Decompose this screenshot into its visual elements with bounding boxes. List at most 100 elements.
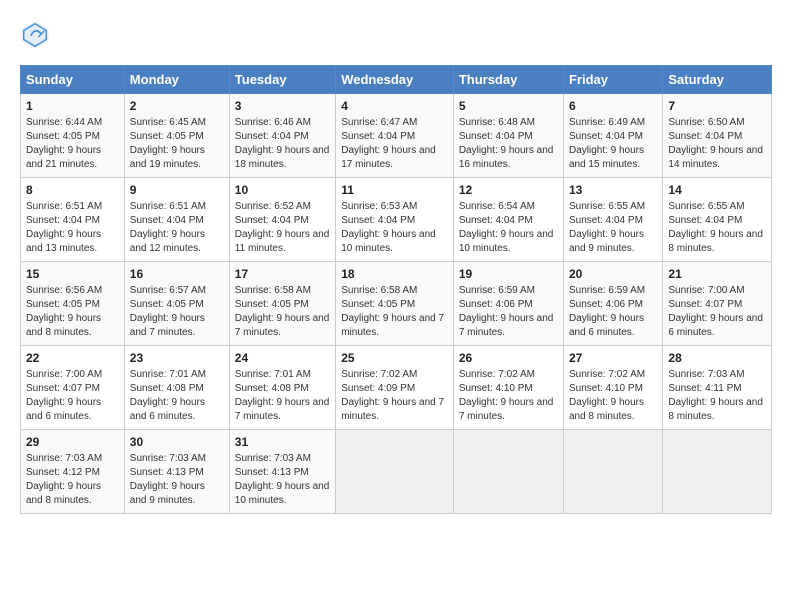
day-info: Sunrise: 6:45 AM Sunset: 4:05 PM Dayligh… — [130, 116, 224, 172]
calendar-day-cell: 15 Sunrise: 6:56 AM Sunset: 4:05 PM Dayl… — [21, 262, 125, 346]
calendar-day-cell: 23 Sunrise: 7:01 AM Sunset: 4:08 PM Dayl… — [124, 346, 229, 430]
day-number: 8 — [26, 183, 119, 197]
calendar-day-cell: 2 Sunrise: 6:45 AM Sunset: 4:05 PM Dayli… — [124, 94, 229, 178]
weekday-header: Sunday — [21, 66, 125, 94]
calendar-day-cell: 14 Sunrise: 6:55 AM Sunset: 4:04 PM Dayl… — [663, 178, 772, 262]
day-info: Sunrise: 6:48 AM Sunset: 4:04 PM Dayligh… — [459, 116, 558, 172]
day-info: Sunrise: 7:01 AM Sunset: 4:08 PM Dayligh… — [130, 368, 224, 424]
day-info: Sunrise: 6:56 AM Sunset: 4:05 PM Dayligh… — [26, 284, 119, 340]
day-info: Sunrise: 6:55 AM Sunset: 4:04 PM Dayligh… — [569, 200, 657, 256]
weekday-header: Thursday — [453, 66, 563, 94]
calendar-day-cell: 31 Sunrise: 7:03 AM Sunset: 4:13 PM Dayl… — [229, 430, 335, 514]
calendar-day-cell: 16 Sunrise: 6:57 AM Sunset: 4:05 PM Dayl… — [124, 262, 229, 346]
day-info: Sunrise: 6:53 AM Sunset: 4:04 PM Dayligh… — [341, 200, 448, 256]
weekday-header: Saturday — [663, 66, 772, 94]
calendar-day-cell: 19 Sunrise: 6:59 AM Sunset: 4:06 PM Dayl… — [453, 262, 563, 346]
day-number: 20 — [569, 267, 657, 281]
day-info: Sunrise: 7:01 AM Sunset: 4:08 PM Dayligh… — [235, 368, 330, 424]
page-header — [20, 20, 772, 50]
day-number: 30 — [130, 435, 224, 449]
logo-icon — [20, 20, 50, 50]
calendar-table: SundayMondayTuesdayWednesdayThursdayFrid… — [20, 65, 772, 514]
calendar-day-cell: 7 Sunrise: 6:50 AM Sunset: 4:04 PM Dayli… — [663, 94, 772, 178]
calendar-day-cell: 3 Sunrise: 6:46 AM Sunset: 4:04 PM Dayli… — [229, 94, 335, 178]
day-number: 26 — [459, 351, 558, 365]
day-info: Sunrise: 7:02 AM Sunset: 4:10 PM Dayligh… — [569, 368, 657, 424]
calendar-day-cell: 24 Sunrise: 7:01 AM Sunset: 4:08 PM Dayl… — [229, 346, 335, 430]
day-number: 23 — [130, 351, 224, 365]
logo — [20, 20, 55, 50]
calendar-day-cell: 6 Sunrise: 6:49 AM Sunset: 4:04 PM Dayli… — [563, 94, 662, 178]
day-info: Sunrise: 7:03 AM Sunset: 4:12 PM Dayligh… — [26, 452, 119, 508]
calendar-day-cell: 1 Sunrise: 6:44 AM Sunset: 4:05 PM Dayli… — [21, 94, 125, 178]
day-number: 17 — [235, 267, 330, 281]
day-info: Sunrise: 6:44 AM Sunset: 4:05 PM Dayligh… — [26, 116, 119, 172]
day-number: 7 — [668, 99, 766, 113]
day-number: 25 — [341, 351, 448, 365]
day-number: 1 — [26, 99, 119, 113]
calendar-week-row: 15 Sunrise: 6:56 AM Sunset: 4:05 PM Dayl… — [21, 262, 772, 346]
day-info: Sunrise: 6:59 AM Sunset: 4:06 PM Dayligh… — [569, 284, 657, 340]
day-number: 9 — [130, 183, 224, 197]
calendar-day-cell: 28 Sunrise: 7:03 AM Sunset: 4:11 PM Dayl… — [663, 346, 772, 430]
calendar-day-cell: 20 Sunrise: 6:59 AM Sunset: 4:06 PM Dayl… — [563, 262, 662, 346]
day-info: Sunrise: 7:03 AM Sunset: 4:13 PM Dayligh… — [235, 452, 330, 508]
day-info: Sunrise: 6:59 AM Sunset: 4:06 PM Dayligh… — [459, 284, 558, 340]
calendar-day-cell: 27 Sunrise: 7:02 AM Sunset: 4:10 PM Dayl… — [563, 346, 662, 430]
calendar-day-cell: 9 Sunrise: 6:51 AM Sunset: 4:04 PM Dayli… — [124, 178, 229, 262]
day-info: Sunrise: 7:03 AM Sunset: 4:11 PM Dayligh… — [668, 368, 766, 424]
calendar-day-cell: 17 Sunrise: 6:58 AM Sunset: 4:05 PM Dayl… — [229, 262, 335, 346]
day-number: 13 — [569, 183, 657, 197]
day-number: 16 — [130, 267, 224, 281]
calendar-week-row: 22 Sunrise: 7:00 AM Sunset: 4:07 PM Dayl… — [21, 346, 772, 430]
day-info: Sunrise: 6:51 AM Sunset: 4:04 PM Dayligh… — [130, 200, 224, 256]
day-number: 27 — [569, 351, 657, 365]
day-number: 24 — [235, 351, 330, 365]
calendar-day-cell: 11 Sunrise: 6:53 AM Sunset: 4:04 PM Dayl… — [336, 178, 454, 262]
day-info: Sunrise: 6:55 AM Sunset: 4:04 PM Dayligh… — [668, 200, 766, 256]
calendar-day-cell — [663, 430, 772, 514]
day-number: 29 — [26, 435, 119, 449]
day-info: Sunrise: 7:02 AM Sunset: 4:10 PM Dayligh… — [459, 368, 558, 424]
calendar-day-cell: 26 Sunrise: 7:02 AM Sunset: 4:10 PM Dayl… — [453, 346, 563, 430]
day-number: 28 — [668, 351, 766, 365]
calendar-day-cell: 13 Sunrise: 6:55 AM Sunset: 4:04 PM Dayl… — [563, 178, 662, 262]
day-info: Sunrise: 6:57 AM Sunset: 4:05 PM Dayligh… — [130, 284, 224, 340]
day-number: 19 — [459, 267, 558, 281]
calendar-day-cell: 12 Sunrise: 6:54 AM Sunset: 4:04 PM Dayl… — [453, 178, 563, 262]
weekday-header: Monday — [124, 66, 229, 94]
day-number: 18 — [341, 267, 448, 281]
day-number: 3 — [235, 99, 330, 113]
weekday-header-row: SundayMondayTuesdayWednesdayThursdayFrid… — [21, 66, 772, 94]
calendar-day-cell — [336, 430, 454, 514]
calendar-week-row: 8 Sunrise: 6:51 AM Sunset: 4:04 PM Dayli… — [21, 178, 772, 262]
weekday-header: Friday — [563, 66, 662, 94]
calendar-day-cell: 29 Sunrise: 7:03 AM Sunset: 4:12 PM Dayl… — [21, 430, 125, 514]
calendar-day-cell: 4 Sunrise: 6:47 AM Sunset: 4:04 PM Dayli… — [336, 94, 454, 178]
day-number: 31 — [235, 435, 330, 449]
day-info: Sunrise: 7:00 AM Sunset: 4:07 PM Dayligh… — [668, 284, 766, 340]
calendar-day-cell: 21 Sunrise: 7:00 AM Sunset: 4:07 PM Dayl… — [663, 262, 772, 346]
day-number: 14 — [668, 183, 766, 197]
day-info: Sunrise: 6:50 AM Sunset: 4:04 PM Dayligh… — [668, 116, 766, 172]
day-number: 5 — [459, 99, 558, 113]
calendar-day-cell: 10 Sunrise: 6:52 AM Sunset: 4:04 PM Dayl… — [229, 178, 335, 262]
day-number: 11 — [341, 183, 448, 197]
day-info: Sunrise: 6:51 AM Sunset: 4:04 PM Dayligh… — [26, 200, 119, 256]
day-info: Sunrise: 7:03 AM Sunset: 4:13 PM Dayligh… — [130, 452, 224, 508]
calendar-week-row: 1 Sunrise: 6:44 AM Sunset: 4:05 PM Dayli… — [21, 94, 772, 178]
calendar-day-cell: 22 Sunrise: 7:00 AM Sunset: 4:07 PM Dayl… — [21, 346, 125, 430]
weekday-header: Tuesday — [229, 66, 335, 94]
day-number: 2 — [130, 99, 224, 113]
calendar-day-cell — [453, 430, 563, 514]
day-number: 15 — [26, 267, 119, 281]
day-number: 22 — [26, 351, 119, 365]
day-number: 6 — [569, 99, 657, 113]
calendar-day-cell: 30 Sunrise: 7:03 AM Sunset: 4:13 PM Dayl… — [124, 430, 229, 514]
day-number: 10 — [235, 183, 330, 197]
calendar-week-row: 29 Sunrise: 7:03 AM Sunset: 4:12 PM Dayl… — [21, 430, 772, 514]
calendar-day-cell: 5 Sunrise: 6:48 AM Sunset: 4:04 PM Dayli… — [453, 94, 563, 178]
calendar-day-cell: 25 Sunrise: 7:02 AM Sunset: 4:09 PM Dayl… — [336, 346, 454, 430]
calendar-day-cell: 18 Sunrise: 6:58 AM Sunset: 4:05 PM Dayl… — [336, 262, 454, 346]
day-info: Sunrise: 6:54 AM Sunset: 4:04 PM Dayligh… — [459, 200, 558, 256]
